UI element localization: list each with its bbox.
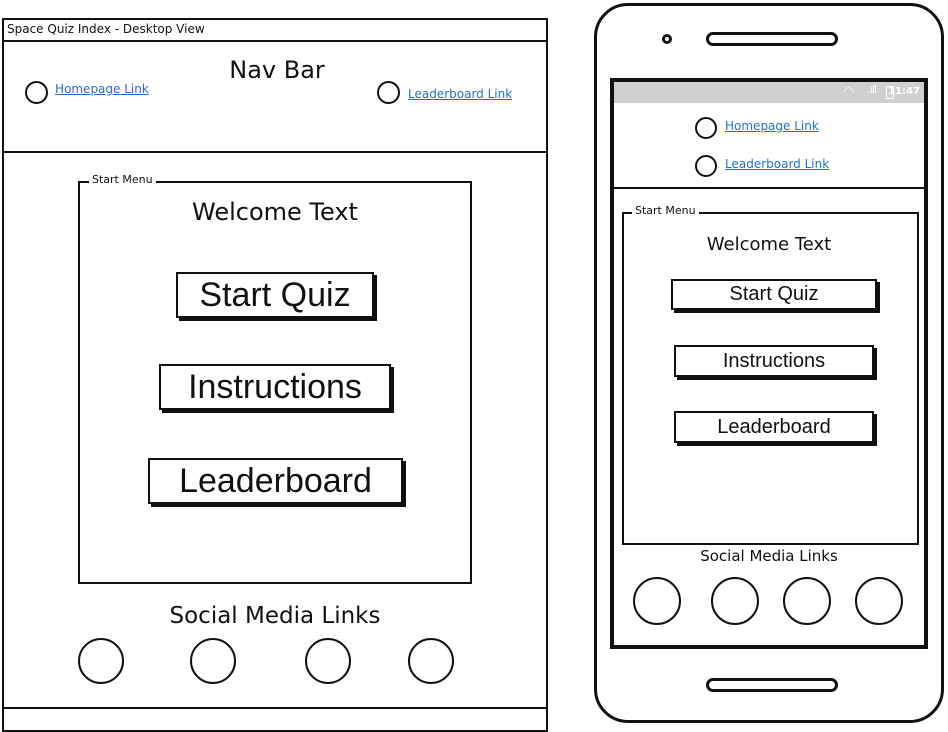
mobile-social-icon-4[interactable] [855,577,903,625]
mobile-instructions-button[interactable]: Instructions [674,345,874,377]
desktop-title-bar: Space Quiz Index - Desktop View [2,18,548,42]
nav-bar-title: Nav Bar [229,56,325,84]
status-bar: ◠ .ıll 11:47 [614,82,924,103]
phone-speaker [706,32,838,46]
social-icon-4[interactable] [408,638,454,684]
phone-home-button[interactable] [706,678,838,692]
mobile-social-icon-2[interactable] [711,577,759,625]
signal-icon: .ıll [867,83,877,96]
leaderboard-link-icon-mobile[interactable] [695,155,717,177]
start-menu-legend: Start Menu [89,173,156,186]
start-quiz-button[interactable]: Start Quiz [176,272,374,318]
desktop-nav-bar: Nav Bar Homepage Link Leaderboard Link [2,40,548,153]
desktop-footer [2,707,548,709]
mobile-social-media-label: Social Media Links [700,547,838,565]
front-camera-icon [662,34,672,44]
welcome-text: Welcome Text [192,198,358,226]
homepage-link-icon-mobile[interactable] [695,117,717,139]
mobile-social-icon-1[interactable] [633,577,681,625]
homepage-link[interactable]: Homepage Link [55,82,149,96]
mobile-welcome-text: Welcome Text [706,234,832,255]
social-icon-3[interactable] [305,638,351,684]
mobile-social-icon-3[interactable] [783,577,831,625]
instructions-button[interactable]: Instructions [159,364,391,410]
leaderboard-link-mobile[interactable]: Leaderboard Link [725,157,829,171]
homepage-link-mobile[interactable]: Homepage Link [725,119,819,133]
social-media-label: Social Media Links [169,603,381,629]
mobile-leaderboard-button[interactable]: Leaderboard [674,411,874,443]
mobile-start-quiz-button[interactable]: Start Quiz [671,279,877,310]
wifi-icon: ◠ [843,84,854,98]
mobile-nav: Homepage Link Leaderboard Link [614,103,924,189]
social-icon-1[interactable] [78,638,124,684]
social-icon-2[interactable] [190,638,236,684]
homepage-link-icon[interactable] [25,81,48,104]
leaderboard-button[interactable]: Leaderboard [148,458,403,504]
leaderboard-link-icon[interactable] [377,81,400,104]
mobile-start-menu-legend: Start Menu [632,204,699,217]
status-time: 11:47 [888,86,920,97]
window-title: Space Quiz Index - Desktop View [7,22,205,36]
leaderboard-link[interactable]: Leaderboard Link [408,87,512,101]
mobile-start-menu [622,212,919,545]
